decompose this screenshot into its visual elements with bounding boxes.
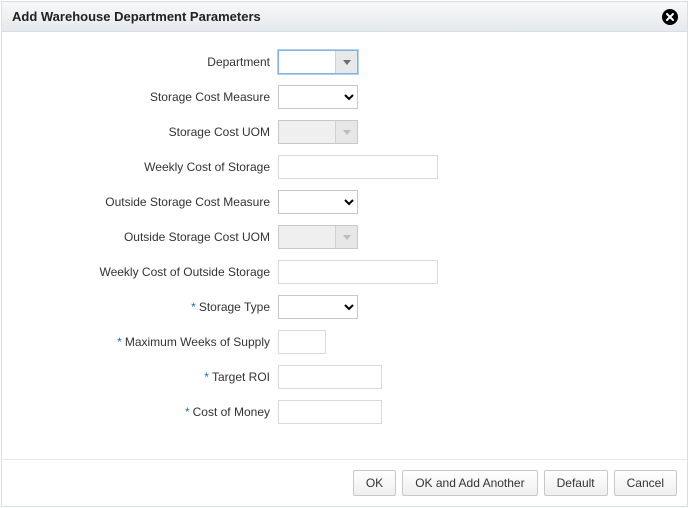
row-weekly-cost-outside-storage: Weekly Cost of Outside Storage (22, 260, 667, 284)
label-max-weeks-supply: *Maximum Weeks of Supply (22, 335, 278, 349)
outside-storage-cost-uom-dropdown-button (335, 226, 357, 248)
ok-add-another-button[interactable]: OK and Add Another (402, 470, 537, 496)
row-outside-storage-cost-measure: Outside Storage Cost Measure (22, 190, 667, 214)
label-cost-of-money: *Cost of Money (22, 405, 278, 419)
row-max-weeks-supply: *Maximum Weeks of Supply (22, 330, 667, 354)
label-storage-cost-uom: Storage Cost UOM (22, 125, 278, 139)
outside-storage-cost-uom-combobox (278, 225, 358, 249)
close-icon[interactable] (661, 8, 679, 26)
storage-type-select[interactable] (278, 295, 358, 319)
row-storage-type: *Storage Type (22, 295, 667, 319)
row-department: Department (22, 50, 667, 74)
row-storage-cost-uom: Storage Cost UOM (22, 120, 667, 144)
label-max-weeks-supply-text: Maximum Weeks of Supply (125, 335, 270, 349)
label-storage-type: *Storage Type (22, 300, 278, 314)
dialog-title: Add Warehouse Department Parameters (12, 9, 261, 24)
weekly-cost-storage-input[interactable] (278, 155, 438, 179)
default-button[interactable]: Default (544, 470, 608, 496)
label-storage-cost-measure: Storage Cost Measure (22, 90, 278, 104)
row-cost-of-money: *Cost of Money (22, 400, 667, 424)
outside-storage-cost-measure-select[interactable] (278, 190, 358, 214)
chevron-down-icon (343, 60, 351, 65)
cancel-button[interactable]: Cancel (614, 470, 677, 496)
label-outside-storage-cost-measure: Outside Storage Cost Measure (22, 195, 278, 209)
row-target-roi: *Target ROI (22, 365, 667, 389)
cost-of-money-input[interactable] (278, 400, 382, 424)
label-target-roi: *Target ROI (22, 370, 278, 384)
label-weekly-cost-outside-storage: Weekly Cost of Outside Storage (22, 265, 278, 279)
label-weekly-cost-storage: Weekly Cost of Storage (22, 160, 278, 174)
row-outside-storage-cost-uom: Outside Storage Cost UOM (22, 225, 667, 249)
storage-cost-uom-dropdown-button (335, 121, 357, 143)
dialog-body: Department Storage Cost Measure Storage … (2, 32, 687, 459)
storage-cost-uom-input (279, 121, 335, 143)
storage-cost-uom-combobox (278, 120, 358, 144)
label-outside-storage-cost-uom: Outside Storage Cost UOM (22, 230, 278, 244)
chevron-down-icon (343, 235, 351, 240)
department-input[interactable] (279, 51, 335, 73)
ok-button[interactable]: OK (353, 470, 396, 496)
required-asterisk: * (185, 405, 190, 419)
row-storage-cost-measure: Storage Cost Measure (22, 85, 667, 109)
storage-cost-measure-select[interactable] (278, 85, 358, 109)
dialog-footer: OK OK and Add Another Default Cancel (2, 459, 687, 506)
department-dropdown-button[interactable] (335, 51, 357, 73)
weekly-cost-outside-storage-input[interactable] (278, 260, 438, 284)
required-asterisk: * (204, 370, 209, 384)
target-roi-input[interactable] (278, 365, 382, 389)
required-asterisk: * (191, 300, 196, 314)
label-target-roi-text: Target ROI (212, 370, 270, 384)
label-department: Department (22, 55, 278, 69)
outside-storage-cost-uom-input (279, 226, 335, 248)
chevron-down-icon (343, 130, 351, 135)
required-asterisk: * (117, 335, 122, 349)
label-cost-of-money-text: Cost of Money (193, 405, 270, 419)
department-combobox[interactable] (278, 50, 358, 74)
max-weeks-supply-input[interactable] (278, 330, 326, 354)
label-storage-type-text: Storage Type (199, 300, 270, 314)
row-weekly-cost-storage: Weekly Cost of Storage (22, 155, 667, 179)
dialog: Add Warehouse Department Parameters Depa… (1, 1, 688, 507)
dialog-header: Add Warehouse Department Parameters (2, 2, 687, 32)
